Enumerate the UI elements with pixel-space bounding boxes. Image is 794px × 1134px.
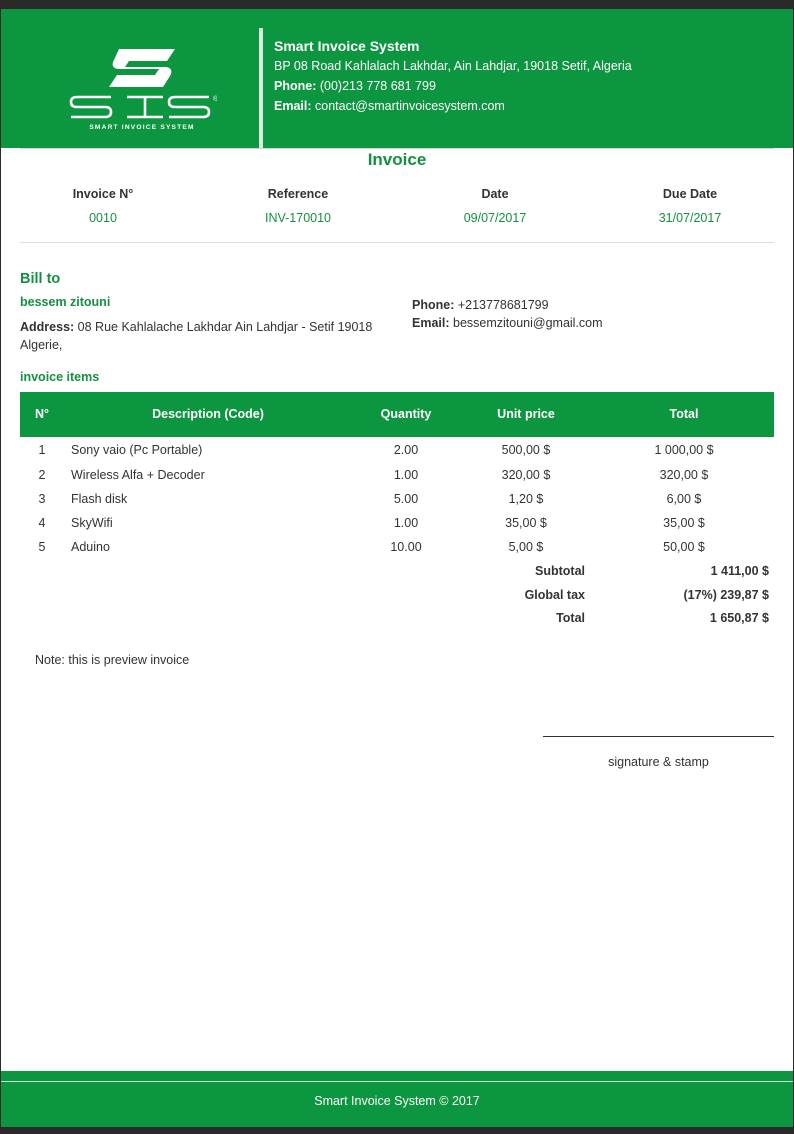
company-info: Smart Invoice System BP 08 Road Kahlalac… <box>274 38 632 116</box>
footer-text: Smart Invoice System © 2017 <box>314 1094 480 1108</box>
invoice-due-date: Due Date 31/07/2017 <box>658 187 722 225</box>
client-name: bessem zitouni <box>20 295 111 309</box>
client-phone: Phone: +213778681799 <box>412 298 549 312</box>
invoice-page: ® SMART INVOICE SYSTEM Smart Invoice Sys… <box>1 9 793 1127</box>
subtotal-value: 1 411,00 $ <box>710 564 769 578</box>
header-unit-price: Unit price <box>497 407 555 421</box>
header-description: Description (Code) <box>152 407 264 421</box>
invoice-header: ® SMART INVOICE SYSTEM Smart Invoice Sys… <box>1 9 793 148</box>
invoice-note: Note: this is preview invoice <box>35 653 190 667</box>
company-address: BP 08 Road Kahlalach Lakhdar, Ain Lahdja… <box>274 59 632 73</box>
header-rule <box>20 148 774 149</box>
invoice-reference: Reference INV-170010 <box>264 187 332 225</box>
table-row: 1 Sony vaio (Pc Portable) 2.00 500,00 $ … <box>38 443 714 457</box>
subtotal-label: Subtotal <box>535 564 585 578</box>
company-email: Email: contact@smartinvoicesystem.com <box>274 99 505 113</box>
company-name: Smart Invoice System <box>274 38 420 54</box>
svg-text:®: ® <box>213 95 217 103</box>
total-value: 1 650,87 $ <box>709 611 769 625</box>
table-row: 5 Aduino 10.00 5,00 $ 50,00 $ <box>38 540 705 554</box>
client-email: Email: bessemzitouni@gmail.com <box>412 316 603 330</box>
global-tax-label: Global tax <box>524 588 585 602</box>
invoice-date: Date 09/07/2017 <box>463 187 527 225</box>
header-quantity: Quantity <box>380 407 432 421</box>
header-divider <box>259 28 263 148</box>
signature-line <box>543 736 774 737</box>
company-phone: Phone: (00)213 778 681 799 <box>274 79 436 93</box>
invoice-title: Invoice <box>367 150 427 169</box>
table-row: 2 Wireless Alfa + Decoder 1.00 320,00 $ … <box>38 468 709 482</box>
svg-text:SMART INVOICE SYSTEM: SMART INVOICE SYSTEM <box>89 124 194 131</box>
items-table-header: N° Description (Code) Quantity Unit pric… <box>20 392 774 437</box>
items-title: invoice items <box>20 370 100 384</box>
footer-rule <box>1 1081 793 1082</box>
table-row: 3 Flash disk 5.00 1,20 $ 6,00 $ <box>38 492 702 506</box>
invoice-footer: Smart Invoice System © 2017 <box>1 1071 793 1127</box>
sis-logo: ® SMART INVOICE SYSTEM <box>69 49 217 131</box>
global-tax-value: (17%) 239,87 $ <box>683 588 769 602</box>
header-no: N° <box>34 407 50 421</box>
signature-label: signature & stamp <box>608 755 709 769</box>
invoice-number: Invoice N° 0010 <box>72 187 134 225</box>
meta-rule <box>20 242 774 243</box>
bill-to-title: Bill to <box>20 271 61 287</box>
header-total: Total <box>669 407 699 421</box>
client-contact: Phone: +213778681799 Email: bessemzitoun… <box>412 296 603 332</box>
client-address: Address: 08 Rue Kahlalache Lakhdar Ain L… <box>20 320 373 352</box>
total-label: Total <box>556 611 585 625</box>
table-row: 4 SkyWifi 1.00 35,00 $ 35,00 $ <box>38 516 705 530</box>
